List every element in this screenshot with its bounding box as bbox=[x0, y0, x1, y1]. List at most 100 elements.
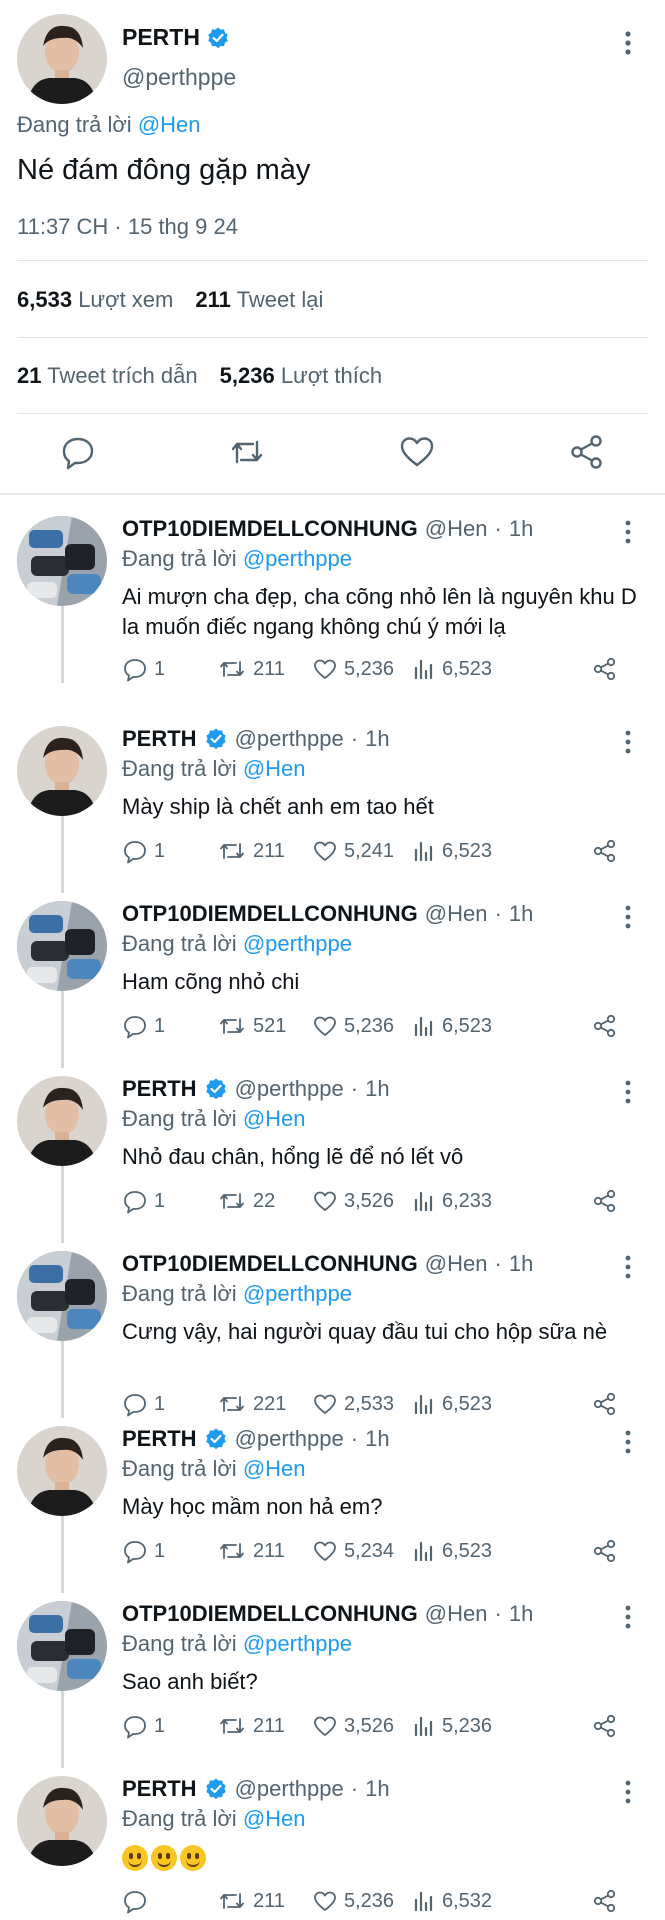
reply-author-handle[interactable]: @Hen bbox=[425, 516, 488, 542]
avatar[interactable] bbox=[17, 901, 107, 991]
views-button[interactable]: 6,233 bbox=[412, 1188, 492, 1214]
retweet-button[interactable]: 211 bbox=[217, 1888, 285, 1914]
reply-button[interactable]: 1 bbox=[122, 1538, 165, 1564]
more-vertical-icon[interactable] bbox=[616, 1078, 640, 1106]
share-icon[interactable] bbox=[567, 432, 607, 472]
reply-to-link[interactable]: @perthppe bbox=[243, 1281, 352, 1306]
reply-tweet[interactable]: OTP10DIEMDELLCONHUNG @Hen · 1h Đang trả … bbox=[0, 1243, 665, 1418]
reply-author-handle[interactable]: @Hen bbox=[425, 1601, 488, 1627]
reply-to-link[interactable]: @Hen bbox=[243, 1806, 306, 1831]
reply-icon[interactable] bbox=[58, 432, 98, 472]
reply-author-handle[interactable]: @perthppe bbox=[235, 726, 344, 752]
quotes-stat[interactable]: 21 Tweet trích dẫn bbox=[17, 363, 198, 389]
reply-author-handle[interactable]: @perthppe bbox=[235, 1426, 344, 1452]
like-button[interactable]: 3,526 bbox=[312, 1188, 394, 1214]
reply-author-name[interactable]: OTP10DIEMDELLCONHUNG bbox=[122, 1251, 418, 1277]
reply-tweet[interactable]: OTP10DIEMDELLCONHUNG @Hen · 1h Đang trả … bbox=[0, 1593, 665, 1768]
avatar[interactable] bbox=[17, 14, 107, 104]
reply-author-handle[interactable]: @Hen bbox=[425, 1251, 488, 1277]
retweets-stat[interactable]: 211 Tweet lại bbox=[195, 287, 323, 313]
reply-time[interactable]: 1h bbox=[365, 726, 389, 752]
avatar[interactable] bbox=[17, 1776, 107, 1866]
retweet-button[interactable]: 211 bbox=[217, 1713, 285, 1739]
like-button[interactable]: 3,526 bbox=[312, 1713, 394, 1739]
reply-button[interactable]: 1 bbox=[122, 1391, 165, 1417]
views-button[interactable]: 5,236 bbox=[412, 1713, 492, 1739]
reply-button[interactable]: 1 bbox=[122, 656, 165, 682]
reply-author-handle[interactable]: @Hen bbox=[425, 901, 488, 927]
reply-button[interactable]: 1 bbox=[122, 1713, 165, 1739]
author-name[interactable]: PERTH bbox=[122, 24, 230, 51]
avatar[interactable] bbox=[17, 1076, 107, 1166]
like-button[interactable]: 5,241 bbox=[312, 838, 394, 864]
more-vertical-icon[interactable] bbox=[616, 728, 640, 756]
reply-to-link[interactable]: @perthppe bbox=[243, 546, 352, 571]
share-button[interactable] bbox=[592, 1538, 618, 1564]
avatar[interactable] bbox=[17, 1426, 107, 1516]
reply-to-link[interactable]: @Hen bbox=[243, 1106, 306, 1131]
more-vertical-icon[interactable] bbox=[616, 1253, 640, 1281]
reply-author-name[interactable]: PERTH bbox=[122, 1076, 197, 1102]
reply-tweet[interactable]: OTP10DIEMDELLCONHUNG @Hen · 1h Đang trả … bbox=[0, 508, 665, 683]
reply-time[interactable]: 1h bbox=[509, 516, 533, 542]
reply-author-name[interactable]: PERTH bbox=[122, 1776, 197, 1802]
reply-tweet[interactable]: PERTH @perthppe · 1h Đang trả lời @Hen 2… bbox=[0, 1768, 665, 1920]
views-button[interactable]: 6,523 bbox=[412, 1013, 492, 1039]
share-button[interactable] bbox=[592, 1888, 618, 1914]
reply-to-link[interactable]: @Hen bbox=[138, 112, 201, 137]
more-vertical-icon[interactable] bbox=[616, 518, 640, 546]
reply-author-name[interactable]: OTP10DIEMDELLCONHUNG bbox=[122, 901, 418, 927]
share-button[interactable] bbox=[592, 1013, 618, 1039]
reply-author-name[interactable]: OTP10DIEMDELLCONHUNG bbox=[122, 1601, 418, 1627]
reply-time[interactable]: 1h bbox=[509, 1601, 533, 1627]
retweet-icon[interactable] bbox=[227, 432, 267, 472]
more-vertical-icon[interactable] bbox=[616, 1428, 640, 1456]
reply-time[interactable]: 1h bbox=[365, 1076, 389, 1102]
like-button[interactable]: 2,533 bbox=[312, 1391, 394, 1417]
likes-stat[interactable]: 5,236 Lượt thích bbox=[220, 363, 383, 389]
reply-button[interactable]: 1 bbox=[122, 1013, 165, 1039]
views-button[interactable]: 6,532 bbox=[412, 1888, 492, 1914]
reply-tweet[interactable]: OTP10DIEMDELLCONHUNG @Hen · 1h Đang trả … bbox=[0, 893, 665, 1068]
share-button[interactable] bbox=[592, 1713, 618, 1739]
share-button[interactable] bbox=[592, 1391, 618, 1417]
reply-author-name[interactable]: PERTH bbox=[122, 726, 197, 752]
reply-author-handle[interactable]: @perthppe bbox=[235, 1776, 344, 1802]
views-button[interactable]: 6,523 bbox=[412, 656, 492, 682]
reply-tweet[interactable]: PERTH @perthppe · 1h Đang trả lời @Hen M… bbox=[0, 718, 665, 893]
retweet-button[interactable]: 22 bbox=[217, 1188, 275, 1214]
reply-tweet[interactable]: PERTH @perthppe · 1h Đang trả lời @Hen N… bbox=[0, 1068, 665, 1243]
share-button[interactable] bbox=[592, 656, 618, 682]
more-vertical-icon[interactable] bbox=[616, 1603, 640, 1631]
like-button[interactable]: 5,234 bbox=[312, 1538, 394, 1564]
share-button[interactable] bbox=[592, 1188, 618, 1214]
avatar[interactable] bbox=[17, 516, 107, 606]
more-vertical-icon[interactable] bbox=[616, 903, 640, 931]
reply-tweet[interactable]: PERTH @perthppe · 1h Đang trả lời @Hen M… bbox=[0, 1418, 665, 1593]
avatar[interactable] bbox=[17, 726, 107, 816]
reply-button[interactable]: 1 bbox=[122, 838, 165, 864]
retweet-button[interactable]: 521 bbox=[217, 1013, 286, 1039]
reply-author-name[interactable]: OTP10DIEMDELLCONHUNG bbox=[122, 516, 418, 542]
author-handle[interactable]: @perthppe bbox=[122, 64, 236, 91]
views-button[interactable]: 6,523 bbox=[412, 1391, 492, 1417]
reply-time[interactable]: 1h bbox=[365, 1426, 389, 1452]
reply-author-name[interactable]: PERTH bbox=[122, 1426, 197, 1452]
like-button[interactable]: 5,236 bbox=[312, 1013, 394, 1039]
reply-button[interactable] bbox=[122, 1888, 154, 1914]
retweet-button[interactable]: 211 bbox=[217, 1538, 285, 1564]
like-button[interactable]: 5,236 bbox=[312, 1888, 394, 1914]
reply-time[interactable]: 1h bbox=[509, 1251, 533, 1277]
reply-to-link[interactable]: @Hen bbox=[243, 1456, 306, 1481]
views-button[interactable]: 6,523 bbox=[412, 838, 492, 864]
retweet-button[interactable]: 211 bbox=[217, 656, 285, 682]
like-button[interactable]: 5,236 bbox=[312, 656, 394, 682]
retweet-button[interactable]: 221 bbox=[217, 1391, 286, 1417]
share-button[interactable] bbox=[592, 838, 618, 864]
reply-button[interactable]: 1 bbox=[122, 1188, 165, 1214]
reply-author-handle[interactable]: @perthppe bbox=[235, 1076, 344, 1102]
avatar[interactable] bbox=[17, 1601, 107, 1691]
reply-to-link[interactable]: @perthppe bbox=[243, 931, 352, 956]
reply-time[interactable]: 1h bbox=[365, 1776, 389, 1802]
reply-to-link[interactable]: @perthppe bbox=[243, 1631, 352, 1656]
